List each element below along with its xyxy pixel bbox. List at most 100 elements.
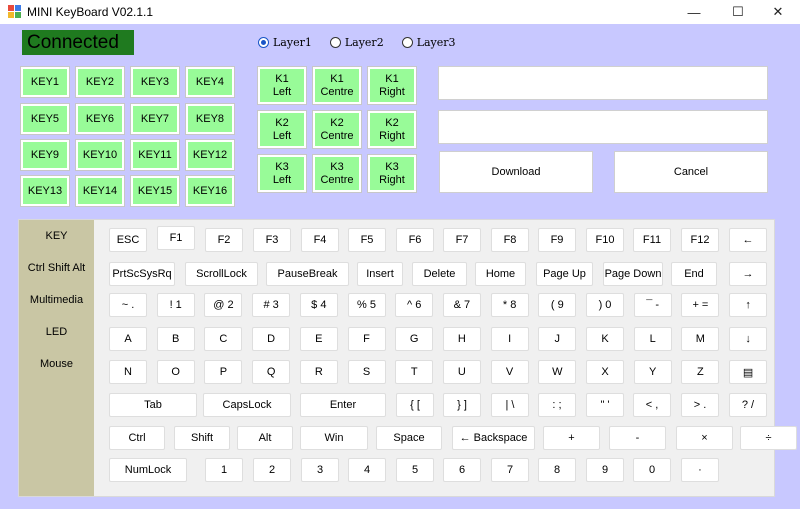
key-ctrl-button[interactable]: Ctrl bbox=[109, 426, 165, 450]
key-0-button[interactable]: ) 0 bbox=[586, 293, 624, 317]
radio-icon[interactable] bbox=[401, 37, 413, 48]
knob-1-centre-button[interactable]: K1 Centre bbox=[312, 66, 362, 105]
key-8-button[interactable]: * 8 bbox=[490, 293, 529, 317]
minimize-button[interactable]: — bbox=[672, 0, 716, 24]
macro-key-2[interactable]: KEY2 bbox=[75, 66, 125, 98]
key-backspace-button[interactable]: ← Backspace bbox=[452, 426, 535, 450]
key-f1-button[interactable]: F1 bbox=[157, 226, 195, 250]
key-f4-button[interactable]: F4 bbox=[301, 228, 339, 252]
category-ctrl-shift-alt[interactable]: Ctrl Shift Alt bbox=[19, 262, 94, 274]
key-9-button[interactable]: 9 bbox=[586, 458, 624, 482]
knob-1-right-button[interactable]: K1 Right bbox=[367, 66, 417, 105]
key-tab-button[interactable]: Tab bbox=[109, 393, 197, 417]
key-i-button[interactable]: I bbox=[490, 327, 529, 351]
key-symbol-button[interactable]: ? / bbox=[729, 393, 767, 417]
key-home-button[interactable]: Home bbox=[475, 262, 526, 286]
key-w-button[interactable]: W bbox=[538, 360, 577, 384]
key-prtscsysrq-button[interactable]: PrtScSysRq bbox=[109, 262, 175, 286]
macro-key-16[interactable]: KEY16 bbox=[185, 175, 235, 207]
key-symbol-button[interactable]: : ; bbox=[538, 393, 576, 417]
key-assignment-field[interactable] bbox=[438, 66, 768, 100]
key-t-button[interactable]: T bbox=[395, 360, 434, 384]
key-6-button[interactable]: 6 bbox=[443, 458, 481, 482]
key-f10-button[interactable]: F10 bbox=[586, 228, 624, 252]
close-button[interactable]: ✕ bbox=[756, 0, 800, 24]
key-up-arrow-button[interactable]: ↑ bbox=[729, 293, 768, 317]
key-symbol-button[interactable]: < , bbox=[633, 393, 671, 417]
key-5-button[interactable]: 5 bbox=[396, 458, 434, 482]
key-m-button[interactable]: M bbox=[681, 327, 720, 351]
key-symbol-button[interactable]: } ] bbox=[443, 393, 481, 417]
key-5-button[interactable]: % 5 bbox=[347, 293, 386, 317]
key-s-button[interactable]: S bbox=[347, 360, 386, 384]
key-o-button[interactable]: O bbox=[156, 360, 195, 384]
key-left-arrow-button[interactable]: ← bbox=[729, 228, 767, 252]
category-mouse[interactable]: Mouse bbox=[19, 358, 94, 370]
macro-key-11[interactable]: KEY11 bbox=[130, 139, 180, 171]
key-win-button[interactable]: Win bbox=[300, 426, 368, 450]
knob-2-centre-button[interactable]: K2 Centre bbox=[312, 110, 362, 149]
key-menu-button[interactable]: ▤ bbox=[729, 360, 768, 384]
key-f11-button[interactable]: F11 bbox=[633, 228, 671, 252]
layer-option-3[interactable]: Layer3 bbox=[401, 36, 456, 49]
key-u-button[interactable]: U bbox=[442, 360, 481, 384]
key-h-button[interactable]: H bbox=[442, 327, 481, 351]
key-r-button[interactable]: R bbox=[299, 360, 338, 384]
key-alt-button[interactable]: Alt bbox=[237, 426, 293, 450]
key-4-button[interactable]: $ 4 bbox=[299, 293, 338, 317]
key-minus-button[interactable]: - bbox=[609, 426, 666, 450]
knob-2-right-button[interactable]: K2 Right bbox=[367, 110, 417, 149]
maximize-button[interactable]: ☐ bbox=[716, 0, 760, 24]
category-led[interactable]: LED bbox=[19, 326, 94, 338]
macro-key-8[interactable]: KEY8 bbox=[185, 103, 235, 135]
key-symbol-button[interactable]: + = bbox=[681, 293, 720, 317]
key-0-button[interactable]: 0 bbox=[633, 458, 671, 482]
knob-3-right-button[interactable]: K3 Right bbox=[367, 154, 417, 193]
key-esc-button[interactable]: ESC bbox=[109, 228, 147, 252]
key-shift-button[interactable]: Shift bbox=[174, 426, 230, 450]
key-l-button[interactable]: L bbox=[633, 327, 672, 351]
key-3-button[interactable]: 3 bbox=[301, 458, 339, 482]
key-page-up-button[interactable]: Page Up bbox=[536, 262, 593, 286]
macro-key-6[interactable]: KEY6 bbox=[75, 103, 125, 135]
key-pausebreak-button[interactable]: PauseBreak bbox=[266, 262, 349, 286]
macro-key-7[interactable]: KEY7 bbox=[130, 103, 180, 135]
key-f8-button[interactable]: F8 bbox=[491, 228, 529, 252]
macro-key-10[interactable]: KEY10 bbox=[75, 139, 125, 171]
key-c-button[interactable]: C bbox=[204, 327, 243, 351]
macro-key-13[interactable]: KEY13 bbox=[20, 175, 70, 207]
macro-key-4[interactable]: KEY4 bbox=[185, 66, 235, 98]
key-f3-button[interactable]: F3 bbox=[253, 228, 291, 252]
key-n-button[interactable]: N bbox=[109, 360, 147, 384]
key-7-button[interactable]: & 7 bbox=[442, 293, 481, 317]
key-symbol-button[interactable]: " ' bbox=[586, 393, 624, 417]
key-x-button[interactable]: X bbox=[586, 360, 624, 384]
key-f-button[interactable]: F bbox=[347, 327, 386, 351]
key-6-button[interactable]: ^ 6 bbox=[395, 293, 434, 317]
key-e-button[interactable]: E bbox=[299, 327, 338, 351]
key-7-button[interactable]: 7 bbox=[491, 458, 529, 482]
key-down-arrow-button[interactable]: ↓ bbox=[729, 327, 768, 351]
key-a-button[interactable]: A bbox=[109, 327, 147, 351]
key-9-button[interactable]: ( 9 bbox=[538, 293, 577, 317]
knob-1-left-button[interactable]: K1 Left bbox=[257, 66, 307, 105]
key-plus-button[interactable]: + bbox=[543, 426, 600, 450]
radio-selected-icon[interactable] bbox=[258, 37, 269, 48]
macro-key-12[interactable]: KEY12 bbox=[185, 139, 235, 171]
key-p-button[interactable]: P bbox=[204, 360, 243, 384]
key-divide-button[interactable]: ÷ bbox=[740, 426, 797, 450]
key-f12-button[interactable]: F12 bbox=[681, 228, 719, 252]
key-symbol-button[interactable]: { [ bbox=[396, 393, 434, 417]
key-g-button[interactable]: G bbox=[395, 327, 434, 351]
cancel-button[interactable]: Cancel bbox=[614, 151, 768, 193]
radio-icon[interactable] bbox=[329, 37, 341, 48]
key-j-button[interactable]: J bbox=[538, 327, 577, 351]
key-2-button[interactable]: 2 bbox=[253, 458, 291, 482]
layer-option-2[interactable]: Layer2 bbox=[329, 36, 384, 49]
macro-key-9[interactable]: KEY9 bbox=[20, 139, 70, 171]
macro-key-1[interactable]: KEY1 bbox=[20, 66, 70, 98]
key-f5-button[interactable]: F5 bbox=[348, 228, 386, 252]
key-symbol-button[interactable]: | \ bbox=[491, 393, 529, 417]
key-f6-button[interactable]: F6 bbox=[396, 228, 434, 252]
macro-key-3[interactable]: KEY3 bbox=[130, 66, 180, 98]
